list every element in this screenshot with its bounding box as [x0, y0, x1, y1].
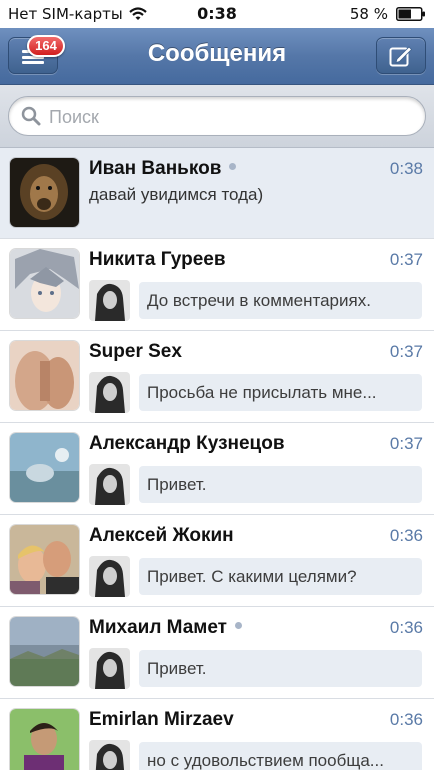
avatar: [10, 249, 79, 318]
message-time: 0:36: [389, 710, 423, 729]
dialog-row[interactable]: Никита Гуреев 0:37 До встречи в коммента…: [0, 239, 434, 331]
dialog-row[interactable]: Александр Кузнецов 0:37 Привет.: [0, 423, 434, 515]
contact-name: Никита Гуреев: [89, 249, 226, 270]
search-input[interactable]: [47, 103, 411, 131]
avatar: [10, 709, 79, 770]
my-avatar: [89, 648, 130, 689]
dialog-row[interactable]: Super Sex 0:37 Просьба не присылать мне.…: [0, 331, 434, 423]
contact-name: Михаил Мамет: [89, 617, 242, 639]
dialog-row[interactable]: Алексей Жокин 0:36 Привет. С какими целя…: [0, 515, 434, 607]
message-preview: Привет.: [139, 466, 422, 503]
nav-bar: 164 Сообщения: [0, 28, 434, 85]
contact-name: Emirlan Mirzaev: [89, 709, 234, 730]
contact-name: Иван Ваньков: [89, 158, 237, 180]
compose-icon: [389, 46, 413, 67]
dialog-row[interactable]: Михаил Мамет 0:36 Привет.: [0, 607, 434, 699]
messages-screen: Нет SIM-карты 0:38 58 % 164 Сообщения По…: [0, 0, 434, 770]
my-avatar: [89, 280, 130, 321]
contact-name: Александр Кузнецов: [89, 433, 285, 454]
message-preview: Просьба не присылать мне...: [139, 374, 422, 411]
search-icon: [21, 106, 41, 126]
my-avatar: [89, 740, 130, 770]
search-field[interactable]: [8, 96, 426, 136]
battery-icon: [396, 7, 425, 21]
online-indicator: [229, 163, 237, 171]
message-preview: давай увидимся тода): [89, 185, 264, 204]
my-avatar: [89, 372, 130, 413]
avatar: [10, 525, 79, 594]
status-right: 58 %: [350, 5, 426, 23]
avatar: [10, 617, 79, 686]
dialog-list: Иван Ваньков 0:38 давай увидимся тода) Н…: [0, 148, 434, 770]
message-time: 0:37: [389, 250, 423, 269]
message-preview: Привет.: [139, 650, 422, 687]
message-time: 0:36: [389, 526, 423, 545]
battery-percent: 58 %: [349, 5, 388, 23]
online-indicator: [234, 622, 242, 630]
my-avatar: [89, 556, 130, 597]
message-time: 0:38: [389, 159, 423, 178]
dialog-row[interactable]: Иван Ваньков 0:38 давай увидимся тода): [0, 148, 434, 239]
message-time: 0:37: [389, 434, 423, 453]
compose-button[interactable]: [376, 37, 426, 74]
search-bar: [0, 85, 434, 148]
avatar: [10, 158, 79, 227]
my-avatar: [89, 464, 130, 505]
message-preview: Привет. С какими целями?: [139, 558, 422, 595]
status-bar: Нет SIM-карты 0:38 58 %: [0, 0, 434, 28]
contact-name: Super Sex: [89, 341, 182, 362]
page-title: Сообщения: [147, 40, 287, 67]
avatar: [10, 433, 79, 502]
message-preview: но с удовольствием пообща...: [139, 742, 422, 770]
dialog-row[interactable]: Emirlan Mirzaev 0:36 но с удовольствием …: [0, 699, 434, 770]
message-preview: До встречи в комментариях.: [139, 282, 422, 319]
message-time: 0:37: [389, 342, 423, 361]
contact-name: Алексей Жокин: [89, 525, 234, 546]
message-time: 0:36: [389, 618, 423, 637]
avatar: [10, 341, 79, 410]
